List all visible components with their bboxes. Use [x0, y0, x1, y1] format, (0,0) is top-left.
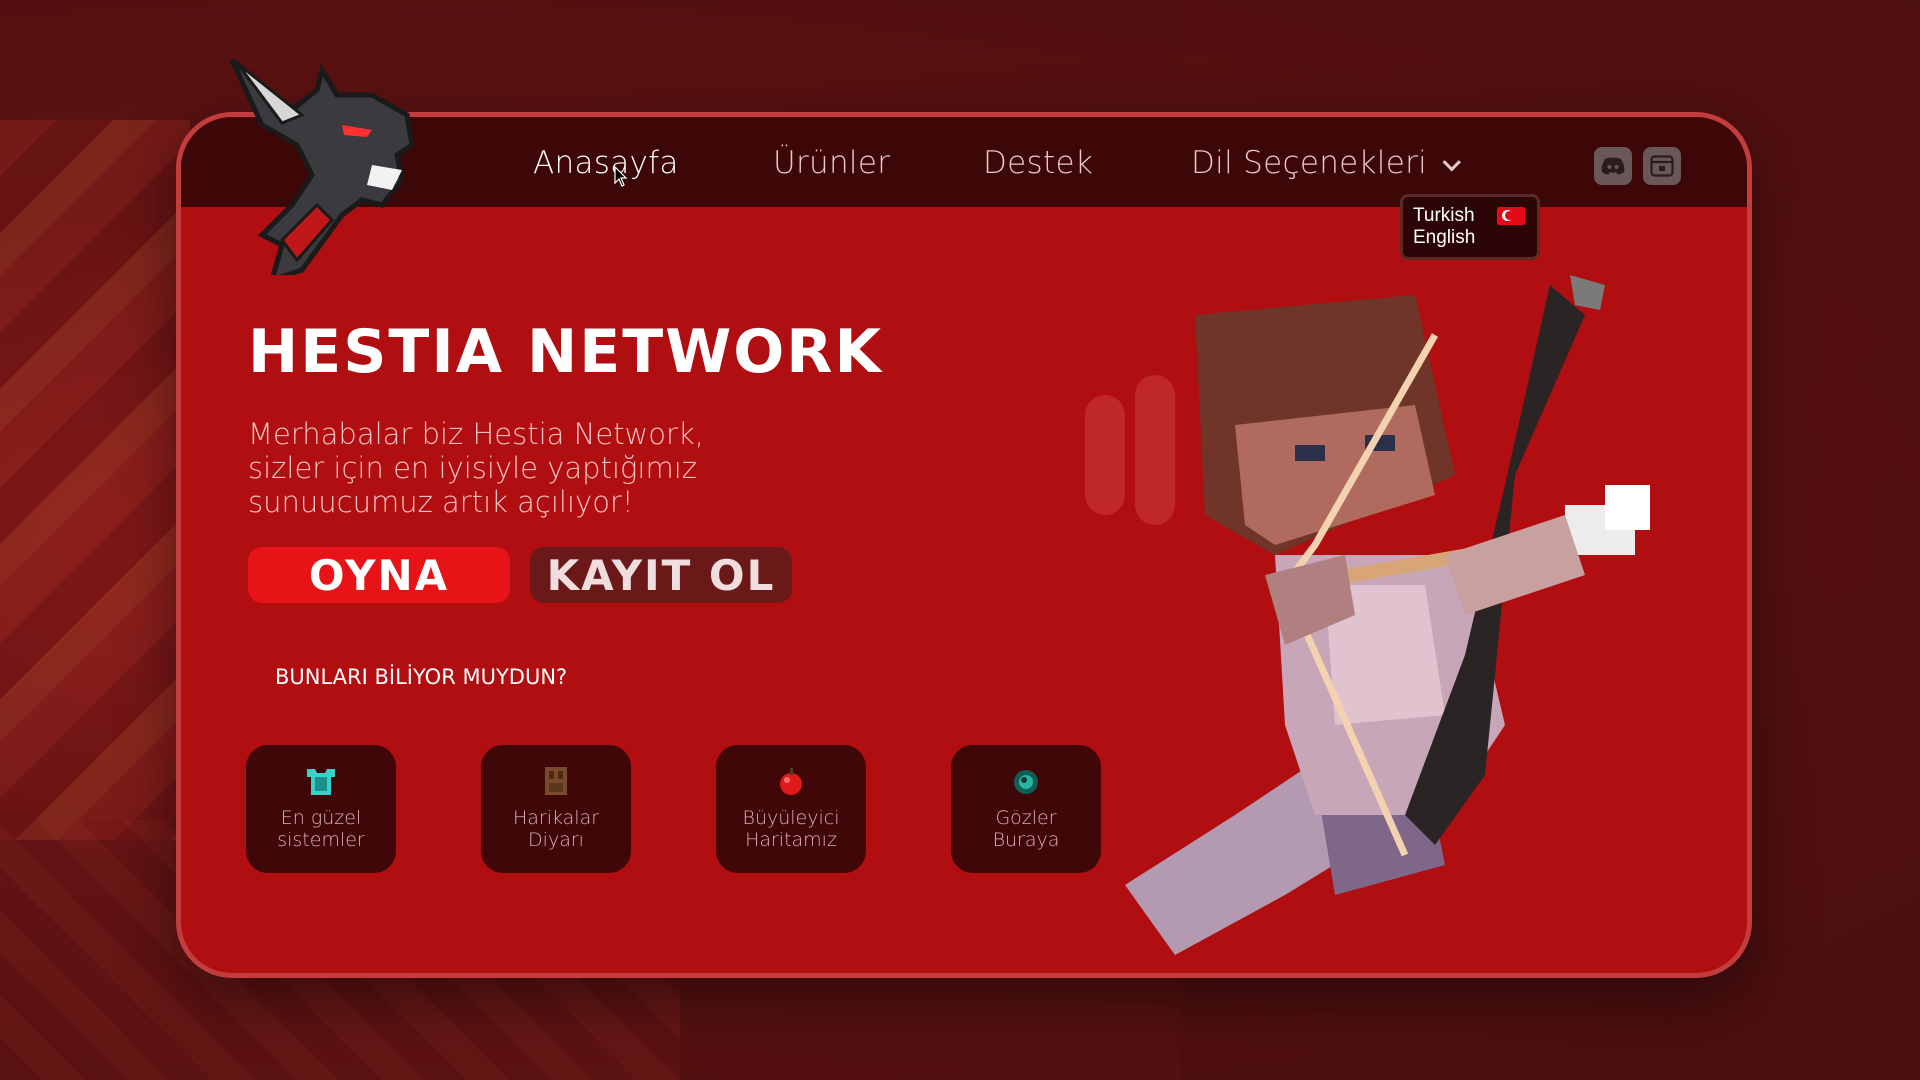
feature-label-line1: En güzel: [280, 807, 362, 829]
language-option-label: Turkish: [1413, 205, 1475, 226]
chevron-down-icon: [1442, 153, 1461, 172]
discord-icon[interactable]: [1594, 147, 1632, 185]
feature-label: Gözler Buraya: [993, 807, 1060, 851]
browser-window-icon[interactable]: [1643, 147, 1681, 185]
turkey-flag-icon: [1496, 207, 1525, 225]
language-option-english[interactable]: English: [1413, 227, 1527, 249]
language-dropdown: Turkish English: [1400, 194, 1540, 260]
feature-label-line2: Haritamız: [745, 829, 837, 851]
feature-card-systems[interactable]: En güzel sistemler: [246, 745, 396, 873]
did-you-know-heading: BUNLARI BİLİYOR MUYDUN?: [275, 665, 568, 689]
nav-item-urunler[interactable]: Ürünler: [773, 145, 890, 181]
feature-label-line1: Harikalar: [512, 807, 600, 829]
dragon-logo-icon: [229, 58, 415, 275]
feature-label-line1: Gözler: [995, 807, 1057, 829]
nav-item-language-label: Dil Seçenekleri: [1191, 145, 1428, 181]
door-icon: [545, 767, 567, 795]
nav-item-destek[interactable]: Destek: [983, 145, 1093, 181]
feature-label: Harikalar Diyarı: [513, 807, 599, 851]
language-option-turkish[interactable]: Turkish: [1413, 205, 1527, 227]
hero-subtitle: Merhabalar biz Hestia Network, sizler iç…: [248, 417, 768, 519]
feature-card-eyes[interactable]: Gözler Buraya: [951, 745, 1101, 873]
feature-label-line2: sistemler: [277, 829, 365, 851]
hero-subtitle-line: sunuucumuz artık açılıyor!: [248, 485, 634, 519]
minecraft-archer-illustration: [1085, 275, 1650, 955]
nav-item-anasayfa[interactable]: Anasayfa: [533, 145, 679, 181]
hero-title: HESTIA NETWORK: [248, 317, 884, 387]
feature-label-line2: Diyarı: [528, 829, 584, 851]
nav-item-language[interactable]: Dil Seçenekleri: [1191, 145, 1461, 181]
ender-pearl-icon: [1014, 770, 1038, 794]
feature-card-map[interactable]: Büyüleyici Haritamız: [716, 745, 866, 873]
feature-label-line2: Buraya: [992, 829, 1060, 851]
apple-icon: [780, 768, 802, 795]
hero-subtitle-line: sizler için en iyisiyle yaptığımız: [248, 451, 698, 485]
hero-subtitle-line: Merhabalar biz Hestia Network,: [248, 417, 704, 451]
feature-label: En güzel sistemler: [277, 807, 365, 851]
register-button[interactable]: KAYIT OL: [530, 547, 792, 603]
diamond-chestplate-icon: [307, 769, 335, 795]
feature-card-wonderland[interactable]: Harikalar Diyarı: [481, 745, 631, 873]
background-art-left: [0, 120, 190, 840]
play-button[interactable]: OYNA: [248, 547, 510, 603]
language-option-label: English: [1413, 227, 1476, 248]
feature-label-line1: Büyüleyici: [742, 807, 840, 829]
mouse-cursor-icon: [614, 166, 628, 187]
feature-label: Büyüleyici Haritamız: [743, 807, 840, 851]
